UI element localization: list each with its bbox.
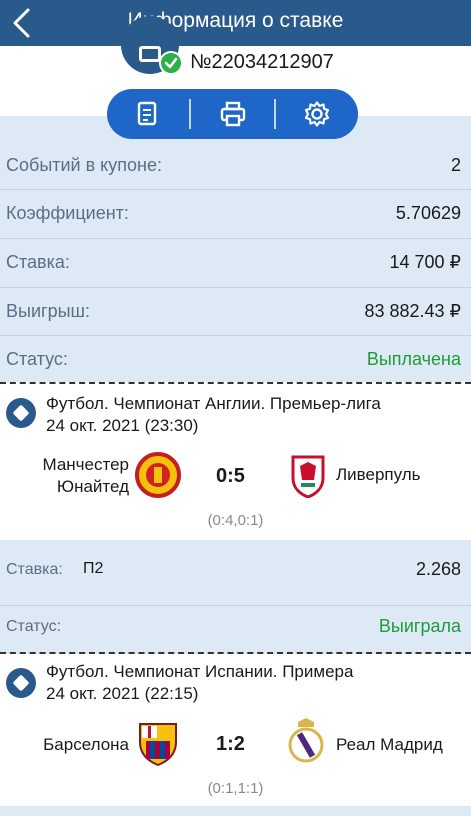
home-team-name-line: Манчестер — [42, 455, 129, 474]
liverpool-crest-icon — [291, 455, 325, 498]
event-bet-panel: Ставка: П2 2.268 Статус: Выиграла — [0, 540, 471, 658]
summary-label: Ставка: — [6, 252, 70, 272]
summary-value: 2 — [450, 155, 461, 175]
coupon-toolbar — [107, 89, 358, 139]
copy-button[interactable] — [107, 89, 189, 139]
document-copy-icon — [137, 101, 157, 126]
page-title: Информация о ставке — [127, 9, 344, 32]
summary-row-stake: Ставка: 14 700 ₽ — [0, 239, 471, 287]
gear-icon — [304, 101, 329, 127]
summary-row-events: Событий в купоне: 2 — [0, 142, 471, 190]
summary-row-payout: Выигрыш: 83 882.43 ₽ — [0, 288, 471, 336]
event-card: Футбол. Чемпионат Испании. Примера 24 ок… — [0, 654, 471, 806]
bet-label: Ставка: — [6, 561, 63, 578]
event-title: Футбол. Чемпионат Испании. Примера — [46, 662, 354, 681]
check-circle-icon — [159, 51, 183, 75]
bet-odds: 2.268 — [415, 559, 461, 579]
event-title: Футбол. Чемпионат Англии. Премьер-лига — [46, 394, 381, 413]
status-badge: Выиграла — [378, 616, 461, 636]
bet-status-label: Статус: — [6, 618, 62, 635]
barcelona-crest-icon — [139, 723, 177, 766]
period-scores: (0:1,1:1) — [207, 780, 264, 797]
away-team: Ливерпуль — [336, 465, 421, 484]
summary-label: Событий в купоне: — [6, 155, 162, 175]
event-card: Футбол. Чемпионат Англии. Премьер-лига 2… — [0, 384, 471, 540]
bet-summary: Событий в купоне: 2 Коэффициент: 5.70629… — [0, 116, 471, 382]
manchester-united-crest-icon — [135, 452, 181, 498]
real-madrid-crest-icon — [288, 718, 324, 763]
coupon-number: №22034212907 — [190, 51, 334, 73]
summary-value: 5.70629 — [395, 203, 461, 223]
event-date: 24 окт. 2021 (22:15) — [46, 684, 199, 703]
summary-row-odds: Коэффициент: 5.70629 — [0, 190, 471, 238]
match-score: 0:5 — [216, 465, 245, 487]
next-panel-edge — [0, 806, 471, 816]
printer-icon — [220, 101, 245, 127]
divider — [0, 605, 471, 606]
home-team: Барселона — [43, 735, 129, 754]
summary-value: 83 882.43 ₽ — [364, 301, 461, 321]
header-bar: Информация о ставке — [0, 0, 471, 46]
summary-label: Коэффициент: — [6, 203, 129, 223]
summary-label: Статус: — [6, 349, 68, 369]
football-icon — [6, 398, 36, 428]
bet-pick: П2 — [83, 560, 104, 577]
print-button[interactable] — [191, 89, 273, 139]
summary-row-status: Статус: Выплачена — [0, 336, 471, 384]
summary-label: Выигрыш: — [6, 301, 90, 321]
home-team: Манчестер Юнайтед — [22, 454, 129, 498]
summary-value: 14 700 ₽ — [389, 252, 461, 272]
away-team: Реал Мадрид — [336, 735, 443, 754]
football-icon — [6, 668, 36, 698]
match-score: 1:2 — [216, 733, 245, 755]
coupon-doc-icon — [139, 46, 161, 62]
home-team-name-line: Юнайтед — [56, 477, 129, 496]
period-scores: (0:4,0:1) — [207, 512, 264, 529]
status-badge: Выплачена — [366, 349, 461, 369]
event-date: 24 окт. 2021 (23:30) — [46, 416, 199, 435]
settings-button[interactable] — [276, 89, 358, 139]
